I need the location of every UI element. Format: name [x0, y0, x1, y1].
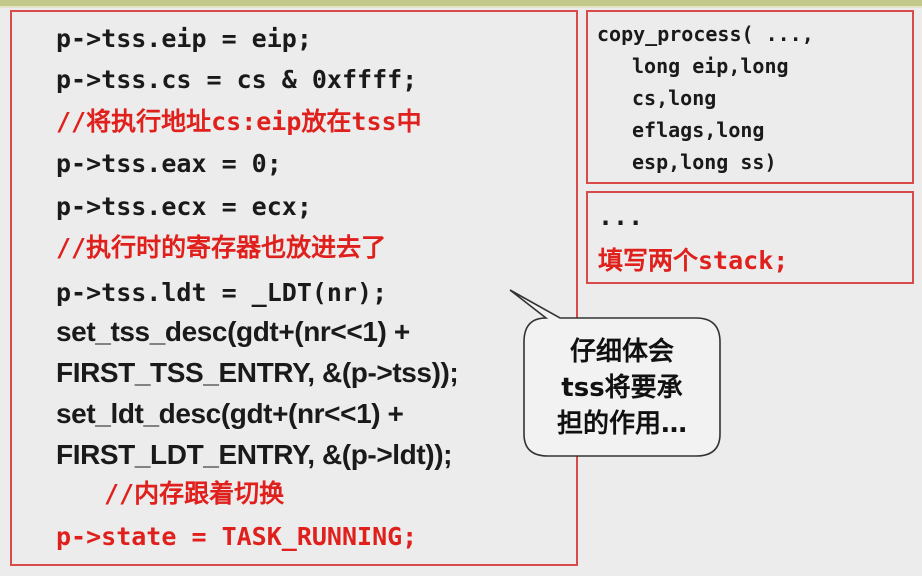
stack-fill-text: 填写两个stack; [598, 246, 789, 275]
code-line-first-ldt-entry: FIRST_LDT_ENTRY, &(p->ldt)); [56, 439, 453, 470]
code-line-set-ldt-desc: set_ldt_desc(gdt+(nr<<1) + [56, 398, 404, 429]
top-accent-bar-light [0, 6, 922, 8]
comment-registers: //执行时的寄存器也放进去了 [56, 233, 387, 262]
code-line-task-running: p->state = TASK_RUNNING; [56, 522, 418, 551]
code-line-eax: p->tss.eax = 0; [56, 149, 282, 178]
callout-line-2: tss将要承 [561, 373, 683, 403]
signature-line-3: cs,long [632, 86, 717, 110]
stack-ellipsis: ... [598, 202, 644, 231]
signature-line-2: long eip,long [632, 54, 789, 78]
code-line-ldt: p->tss.ldt = _LDT(nr); [56, 278, 388, 307]
signature-line-1: copy_process( ..., [597, 22, 814, 46]
callout-line-3: 担的作用… [556, 409, 687, 439]
callout-line-1: 仔细体会 [569, 337, 674, 367]
code-line-first-tss-entry: FIRST_TSS_ENTRY, &(p->tss)); [56, 357, 459, 388]
comment-exec-address: //将执行地址cs:eip放在tss中 [56, 107, 422, 136]
comment-memory-switch: //内存跟着切换 [104, 479, 285, 508]
code-line-eip: p->tss.eip = eip; [56, 24, 312, 53]
code-line-cs: p->tss.cs = cs & 0xffff; [56, 65, 418, 94]
signature-line-5: esp,long ss) [632, 150, 777, 174]
code-line-ecx: p->tss.ecx = ecx; [56, 192, 312, 221]
code-line-set-tss-desc: set_tss_desc(gdt+(nr<<1) + [56, 316, 410, 347]
signature-line-4: eflags,long [632, 118, 765, 142]
